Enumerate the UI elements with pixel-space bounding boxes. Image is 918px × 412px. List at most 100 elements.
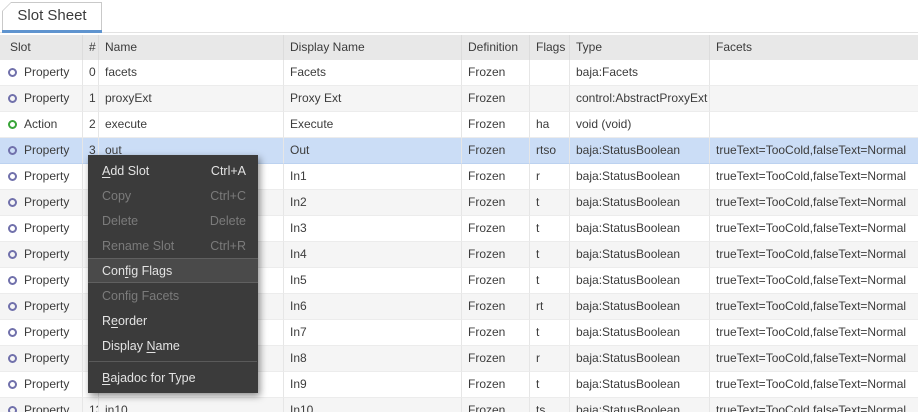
cell-facets: trueText=TooCold,falseText=Normal	[709, 268, 918, 294]
cell-display: Facets	[283, 60, 461, 86]
cell-type: baja:StatusBoolean	[569, 398, 709, 412]
cell-facets	[709, 112, 918, 138]
cell-type: baja:StatusBoolean	[569, 294, 709, 320]
menu-item-delete: Delete Delete	[88, 208, 258, 233]
slot-kind-label: Property	[24, 216, 69, 241]
cell-slot: Property	[0, 190, 82, 216]
cell-type: baja:StatusBoolean	[569, 138, 709, 164]
slot-sheet-view: Slot Sheet Slot#NameDisplay NameDefiniti…	[0, 0, 918, 412]
cell-type: baja:StatusBoolean	[569, 346, 709, 372]
cell-slot: Property	[0, 398, 82, 412]
menu-item-label: Display Name	[102, 339, 180, 353]
cell-display: Execute	[283, 112, 461, 138]
cell-flags: r	[529, 164, 569, 190]
menu-item-shortcut: Ctrl+C	[210, 189, 246, 203]
cell-flags: rt	[529, 294, 569, 320]
cell-slot: Property	[0, 346, 82, 372]
cell-type: baja:StatusBoolean	[569, 242, 709, 268]
cell-slot: Property	[0, 216, 82, 242]
column-header-display[interactable]: Display Name	[283, 35, 461, 60]
menu-item-label: Rename Slot	[102, 239, 174, 253]
property-slot-icon	[8, 224, 17, 233]
cell-facets: trueText=TooCold,falseText=Normal	[709, 164, 918, 190]
cell-facets	[709, 60, 918, 86]
property-slot-icon	[8, 94, 17, 103]
tab-slot-sheet[interactable]: Slot Sheet	[2, 2, 102, 33]
menu-item-copy: Copy Ctrl+C	[88, 183, 258, 208]
cell-definition: Frozen	[461, 320, 529, 346]
slot-kind-label: Property	[24, 60, 69, 85]
cell-facets: trueText=TooCold,falseText=Normal	[709, 372, 918, 398]
menu-item-label: Delete	[102, 214, 138, 228]
column-header-num[interactable]: #	[82, 35, 98, 60]
menu-item-label: Add Slot	[102, 164, 149, 178]
slot-kind-label: Property	[24, 190, 69, 215]
column-header-flags[interactable]: Flags	[529, 35, 569, 60]
cell-definition: Frozen	[461, 86, 529, 112]
column-header-definition[interactable]: Definition	[461, 35, 529, 60]
menu-item-add-slot[interactable]: Add SlotCtrl+A	[88, 158, 258, 183]
cell-type: void (void)	[569, 112, 709, 138]
slot-kind-label: Property	[24, 320, 69, 345]
cell-flags: rtso	[529, 138, 569, 164]
cell-definition: Frozen	[461, 372, 529, 398]
cell-slot: Property	[0, 294, 82, 320]
property-slot-icon	[8, 68, 17, 77]
table-row-execute[interactable]: Action2executeExecuteFrozenhavoid (void)	[0, 112, 918, 138]
cell-type: control:AbstractProxyExt	[569, 86, 709, 112]
menu-item-display-name[interactable]: Display Name	[88, 333, 258, 358]
table-row-facets[interactable]: Property0facetsFacetsFrozenbaja:Facets	[0, 60, 918, 86]
column-header-type[interactable]: Type	[569, 35, 709, 60]
menu-item-shortcut: Delete	[210, 214, 246, 228]
menu-item-label: Config Flags	[102, 264, 172, 278]
table-row-in10[interactable]: Property13in10In10Frozentsbaja:StatusBoo…	[0, 398, 918, 412]
menu-item-label: Config Facets	[102, 289, 179, 303]
menu-item-config-flags[interactable]: Config Flags	[88, 258, 258, 283]
slot-kind-label: Property	[24, 372, 69, 397]
cell-flags: r	[529, 346, 569, 372]
cell-flags: t	[529, 190, 569, 216]
cell-flags	[529, 86, 569, 112]
cell-name: facets	[98, 60, 283, 86]
cell-display: Proxy Ext	[283, 86, 461, 112]
menu-item-label: Copy	[102, 189, 131, 203]
cell-display: Out	[283, 138, 461, 164]
cell-display: In1	[283, 164, 461, 190]
menu-item-reorder[interactable]: Reorder	[88, 308, 258, 333]
cell-display: In5	[283, 268, 461, 294]
cell-slot: Property	[0, 268, 82, 294]
property-slot-icon	[8, 380, 17, 389]
menu-item-bajadoc-for-type[interactable]: Bajadoc for Type	[88, 365, 258, 390]
cell-definition: Frozen	[461, 242, 529, 268]
cell-flags: t	[529, 242, 569, 268]
table-row-proxyExt[interactable]: Property1proxyExtProxy ExtFrozencontrol:…	[0, 86, 918, 112]
cell-type: baja:StatusBoolean	[569, 190, 709, 216]
cell-slot: Property	[0, 242, 82, 268]
tab-bar: Slot Sheet	[0, 0, 918, 33]
active-tab-indicator	[2, 30, 102, 33]
cell-display: In4	[283, 242, 461, 268]
menu-item-config-facets: Config Facets	[88, 283, 258, 308]
menu-separator	[89, 361, 257, 362]
cell-display: In2	[283, 190, 461, 216]
property-slot-icon	[8, 328, 17, 337]
cell-definition: Frozen	[461, 294, 529, 320]
column-header-facets[interactable]: Facets	[709, 35, 918, 60]
slot-kind-label: Property	[24, 164, 69, 189]
cell-facets: trueText=TooCold,falseText=Normal	[709, 398, 918, 412]
cell-definition: Frozen	[461, 190, 529, 216]
cell-name: proxyExt	[98, 86, 283, 112]
cell-type: baja:Facets	[569, 60, 709, 86]
tab-label: Slot Sheet	[2, 2, 102, 29]
cell-facets: trueText=TooCold,falseText=Normal	[709, 138, 918, 164]
cell-display: In8	[283, 346, 461, 372]
cell-slot: Property	[0, 86, 82, 112]
property-slot-icon	[8, 406, 17, 412]
cell-display: In9	[283, 372, 461, 398]
cell-name: execute	[98, 112, 283, 138]
column-header-name[interactable]: Name	[98, 35, 283, 60]
slot-kind-label: Property	[24, 346, 69, 371]
column-header-slot[interactable]: Slot	[0, 35, 82, 60]
cell-flags: t	[529, 268, 569, 294]
cell-facets: trueText=TooCold,falseText=Normal	[709, 190, 918, 216]
